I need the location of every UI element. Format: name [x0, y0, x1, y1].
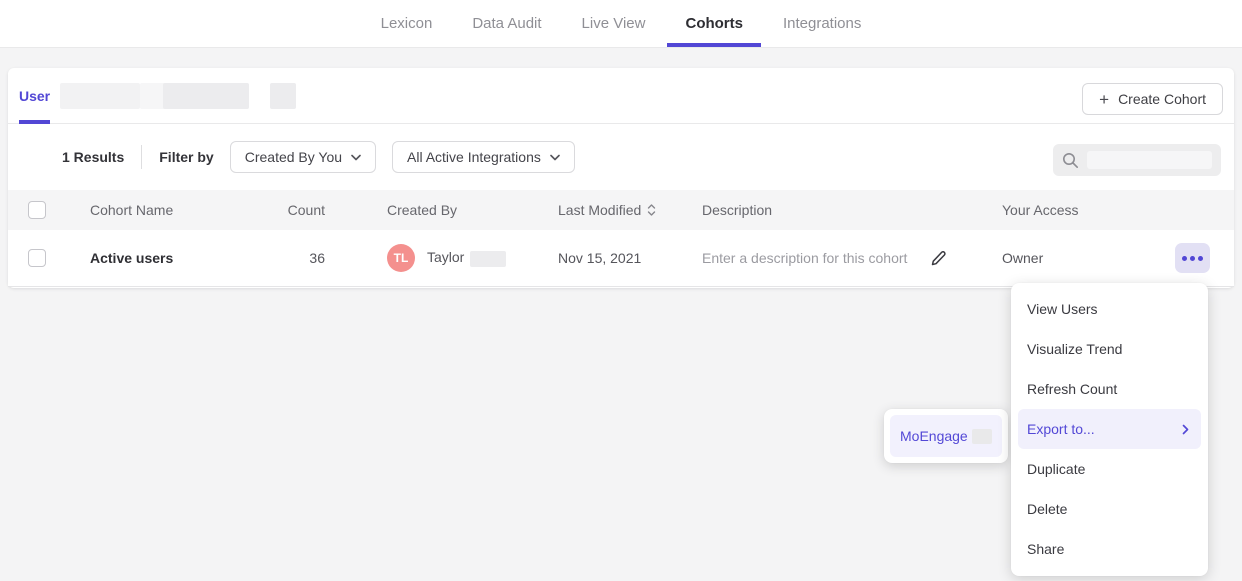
- last-modified-value: Nov 15, 2021: [558, 250, 702, 266]
- filter-row: 1 Results Filter by Created By You All A…: [8, 124, 1234, 190]
- menu-item-view-users[interactable]: View Users: [1011, 289, 1208, 329]
- description-placeholder[interactable]: Enter a description for this cohort: [702, 250, 907, 266]
- cohort-name[interactable]: Active users: [90, 250, 252, 266]
- redacted-submenu-text: [972, 429, 992, 444]
- header-count[interactable]: Count: [252, 202, 325, 218]
- row-checkbox[interactable]: [28, 249, 46, 267]
- row-context-menu: View Users Visualize Trend Refresh Count…: [1011, 283, 1208, 576]
- filter-by-label: Filter by: [159, 149, 213, 165]
- menu-item-delete[interactable]: Delete: [1011, 489, 1208, 529]
- cohorts-card: User + Create Cohort 1 Results Filter by…: [8, 68, 1234, 288]
- results-count: 1 Results: [62, 149, 124, 165]
- created-by-filter-value: Created By You: [245, 149, 342, 165]
- nav-tab-lexicon[interactable]: Lexicon: [361, 0, 453, 47]
- create-cohort-label: Create Cohort: [1118, 91, 1206, 107]
- integrations-filter-value: All Active Integrations: [407, 149, 541, 165]
- row-actions-button[interactable]: [1175, 243, 1210, 273]
- sort-icon[interactable]: [647, 204, 656, 216]
- plus-icon: +: [1099, 91, 1109, 108]
- redacted-last-name: [470, 251, 506, 267]
- pencil-icon: [929, 249, 948, 268]
- redacted-search-text: [1087, 151, 1212, 169]
- search-icon: [1062, 152, 1079, 169]
- created-by-name: Taylor: [427, 249, 506, 266]
- avatar: TL: [387, 244, 415, 272]
- top-navigation: Lexicon Data Audit Live View Cohorts Int…: [0, 0, 1242, 48]
- header-last-modified[interactable]: Last Modified: [558, 202, 641, 218]
- integrations-filter-dropdown[interactable]: All Active Integrations: [392, 141, 575, 173]
- nav-tab-live-view[interactable]: Live View: [562, 0, 666, 47]
- chevron-down-icon: [550, 154, 560, 161]
- table-row: Active users 36 TL Taylor Nov 15, 2021 E…: [8, 230, 1234, 287]
- ellipsis-icon: [1182, 256, 1187, 261]
- redacted-tab-4: [270, 83, 296, 109]
- header-cohort-name[interactable]: Cohort Name: [90, 202, 252, 218]
- export-submenu: MoEngage: [884, 409, 1008, 463]
- menu-item-visualize-trend[interactable]: Visualize Trend: [1011, 329, 1208, 369]
- menu-item-share[interactable]: Share: [1011, 529, 1208, 569]
- search-input[interactable]: [1053, 144, 1221, 176]
- header-your-access: Your Access: [1002, 202, 1234, 218]
- cohort-count: 36: [252, 250, 325, 266]
- menu-item-refresh-count[interactable]: Refresh Count: [1011, 369, 1208, 409]
- header-description: Description: [702, 202, 1002, 218]
- nav-tab-data-audit[interactable]: Data Audit: [452, 0, 561, 47]
- menu-item-export-to[interactable]: Export to...: [1018, 409, 1201, 449]
- nav-tab-cohorts[interactable]: Cohorts: [665, 0, 763, 47]
- vertical-divider: [141, 145, 142, 169]
- created-by-filter-dropdown[interactable]: Created By You: [230, 141, 376, 173]
- table-header: Cohort Name Count Created By Last Modifi…: [8, 190, 1234, 230]
- create-cohort-button[interactable]: + Create Cohort: [1082, 83, 1223, 115]
- submenu-item-moengage[interactable]: MoEngage: [890, 415, 1002, 457]
- tab-user[interactable]: User: [19, 68, 50, 124]
- nav-tab-integrations[interactable]: Integrations: [763, 0, 881, 47]
- redacted-tab-3: [163, 83, 249, 109]
- description-cell: Enter a description for this cohort: [702, 249, 1002, 268]
- chevron-down-icon: [351, 154, 361, 161]
- header-created-by[interactable]: Created By: [325, 202, 558, 218]
- edit-description-button[interactable]: [929, 249, 948, 268]
- cohort-type-tabs: User + Create Cohort: [8, 68, 1234, 124]
- created-by-cell: TL Taylor: [325, 244, 558, 272]
- chevron-right-icon: [1182, 424, 1189, 435]
- redacted-tab-1: [60, 83, 140, 109]
- select-all-checkbox[interactable]: [28, 201, 46, 219]
- menu-item-duplicate[interactable]: Duplicate: [1011, 449, 1208, 489]
